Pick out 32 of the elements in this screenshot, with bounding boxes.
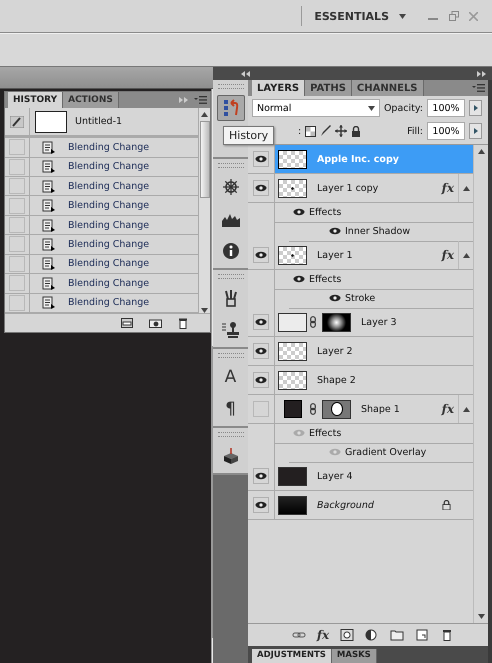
layer-name: Layer 4 xyxy=(317,470,353,482)
lock-label: : xyxy=(298,126,302,136)
fx-label: fx xyxy=(442,181,454,195)
fx-label: fx xyxy=(442,248,454,262)
snapshot-name: Untitled-1 xyxy=(75,116,122,128)
step-name: Blending Change xyxy=(68,278,150,289)
layer-name: Layer 2 xyxy=(317,346,353,356)
effect-name: Gradient Overlay xyxy=(345,446,426,458)
layer-name: Background xyxy=(317,500,374,510)
fill-label: Fill: xyxy=(407,126,423,136)
effects-label: Effects xyxy=(309,206,342,218)
effects-label: Effects xyxy=(309,274,342,284)
step-name: Blending Change xyxy=(68,180,150,192)
layer-name: Layer 1 copy xyxy=(317,182,378,194)
effect-name: Inner Shadow xyxy=(345,226,410,236)
layer-name: Shape 1 xyxy=(361,404,400,414)
layer-name: Apple Inc. copy xyxy=(317,154,399,164)
layer-name: Shape 2 xyxy=(317,374,356,386)
tooltip: History xyxy=(223,126,274,145)
effect-name: Stroke xyxy=(345,292,376,304)
step-name: Blending Change xyxy=(68,238,150,250)
layer-name: Layer 1 xyxy=(317,250,353,260)
layer-name: Layer 3 xyxy=(361,316,397,328)
fx-label: fx xyxy=(442,402,454,416)
step-name: Blending Change xyxy=(68,200,150,212)
step-name: Blending Change xyxy=(68,297,150,308)
step-name: Blending Change xyxy=(68,220,150,231)
opacity-label: Opacity: xyxy=(384,102,423,114)
step-name: Blending Change xyxy=(68,161,150,172)
effects-label: Effects xyxy=(309,428,342,438)
step-name: Blending Change xyxy=(68,142,150,153)
step-name: Blending Change xyxy=(68,258,150,270)
